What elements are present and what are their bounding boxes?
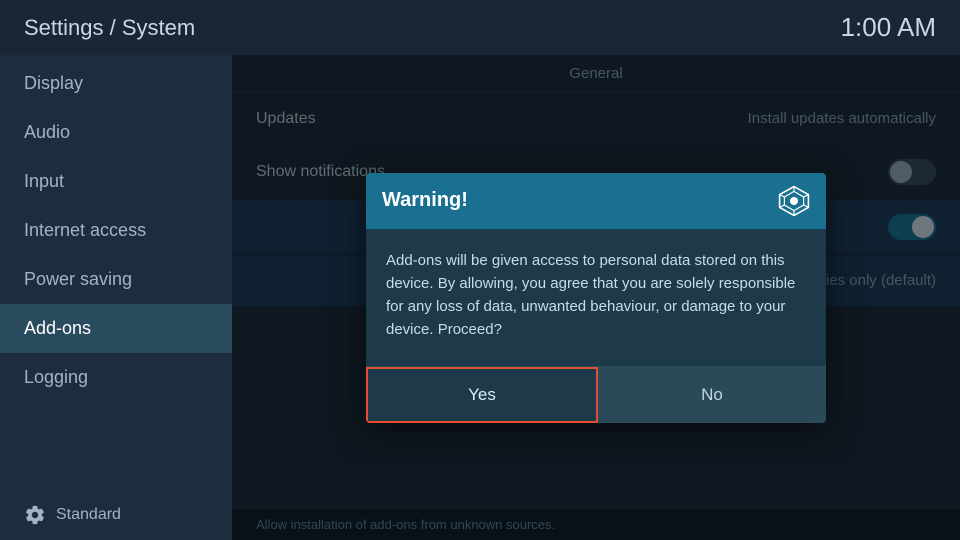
dialog-buttons: Yes No [366,366,826,423]
sidebar-item-audio[interactable]: Audio [0,108,232,157]
sidebar-item-logging[interactable]: Logging [0,353,232,402]
sidebar-item-input[interactable]: Input [0,157,232,206]
no-button[interactable]: No [598,367,826,423]
sidebar-footer: Standard [0,490,232,540]
dialog-title: Warning! [382,189,468,212]
sidebar-item-internet-access[interactable]: Internet access [0,206,232,255]
dialog-overlay: Warning! Add-ons will [232,55,960,540]
dialog-header: Warning! [366,173,826,229]
dialog-message: Add-ons will be given access to personal… [386,252,795,339]
warning-dialog: Warning! Add-ons will [366,173,826,423]
main-layout: Display Audio Input Internet access Powe… [0,55,960,540]
header: Settings / System 1:00 AM [0,0,960,55]
kodi-logo-icon [778,185,810,217]
gear-icon [24,504,46,526]
sidebar-item-power-saving[interactable]: Power saving [0,255,232,304]
standard-label: Standard [56,506,121,524]
dialog-body: Add-ons will be given access to personal… [366,229,826,366]
content-area: General Updates Install updates automati… [232,55,960,540]
yes-button[interactable]: Yes [366,367,598,423]
sidebar-nav: Display Audio Input Internet access Powe… [0,55,232,402]
clock: 1:00 AM [841,12,936,43]
sidebar: Display Audio Input Internet access Powe… [0,55,232,540]
page-title: Settings / System [24,15,195,41]
sidebar-item-display[interactable]: Display [0,59,232,108]
sidebar-item-add-ons[interactable]: Add-ons [0,304,232,353]
